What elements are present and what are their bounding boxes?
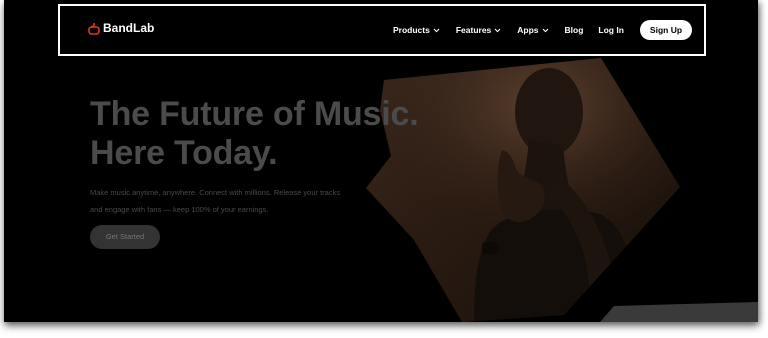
get-started-button[interactable]: Get Started bbox=[90, 225, 160, 249]
hero-subtext-line2: and engage with fans — keep 100% of your… bbox=[90, 205, 269, 214]
nav-highlight-outline bbox=[58, 4, 706, 56]
screenshot-frame: BandLab Products Features Apps Blog Log … bbox=[4, 0, 758, 322]
hero-headline-line1: The Future of Music. bbox=[90, 95, 419, 133]
hero-headline: The Future of Music. Here Today. bbox=[90, 95, 419, 173]
hero-subtext-line1: Make music anytime, anywhere. Connect wi… bbox=[90, 188, 341, 197]
hero-subtext: Make music anytime, anywhere. Connect wi… bbox=[90, 184, 390, 218]
hero-headline-line2: Here Today. bbox=[90, 134, 278, 172]
